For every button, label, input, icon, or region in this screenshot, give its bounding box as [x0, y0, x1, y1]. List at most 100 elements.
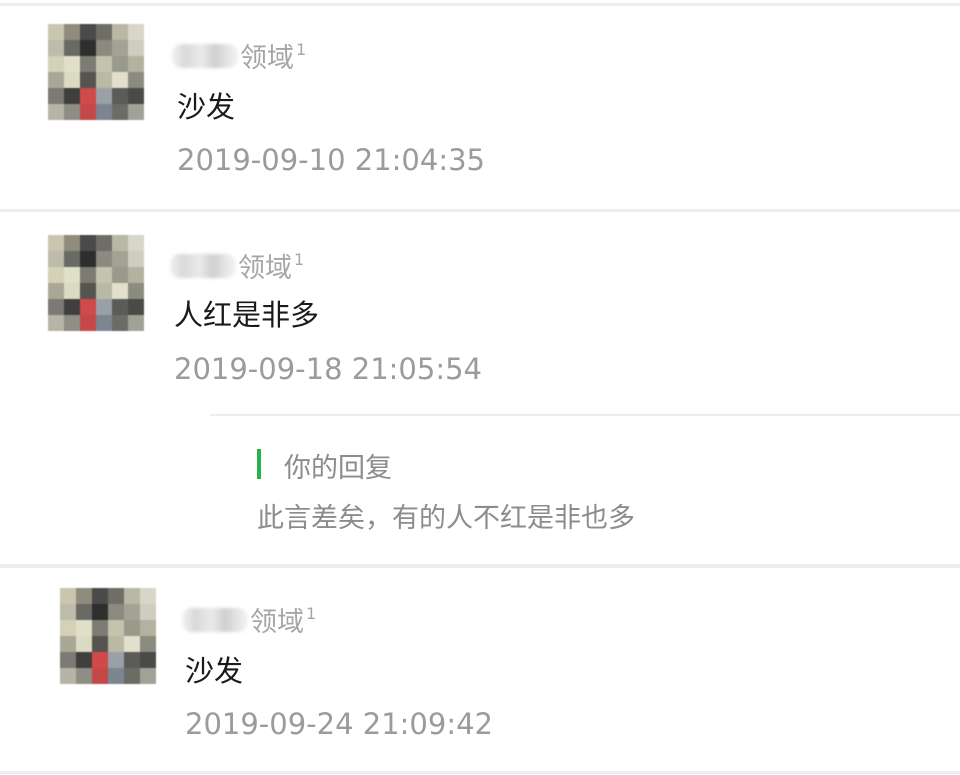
avatar-pixel	[80, 88, 96, 104]
avatar-pixel	[48, 299, 64, 315]
avatar-pixel	[128, 40, 144, 56]
avatar-pixel	[64, 88, 80, 104]
avatar-pixel	[140, 604, 156, 620]
avatar-pixel	[112, 267, 128, 283]
comment-time: 2019-09-18 21:05:54	[174, 352, 482, 386]
avatar-pixel	[140, 636, 156, 652]
bottom-divider	[0, 771, 960, 774]
avatar-pixel	[92, 620, 108, 636]
avatar-pixel	[48, 72, 64, 88]
avatar-pixel	[112, 315, 128, 331]
avatar-pixel	[124, 604, 140, 620]
avatar-pixel	[60, 604, 76, 620]
avatar-pixel	[108, 604, 124, 620]
avatar-pixel	[112, 299, 128, 315]
avatar-pixel	[128, 315, 144, 331]
avatar-pixel	[128, 88, 144, 104]
avatar-pixel	[80, 267, 96, 283]
comment-content: 沙发	[185, 654, 244, 688]
avatar-pixel	[124, 652, 140, 668]
avatar-pixel	[48, 88, 64, 104]
avatar-pixel	[124, 636, 140, 652]
user-level: 1	[296, 40, 307, 59]
blurred-username	[182, 607, 248, 632]
avatar-pixel	[112, 88, 128, 104]
avatar-pixel	[140, 652, 156, 668]
avatar-pixel	[112, 24, 128, 40]
avatar-pixel	[128, 72, 144, 88]
avatar-pixel	[96, 56, 112, 72]
user-level: 1	[294, 250, 305, 269]
avatar-pixel	[48, 283, 64, 299]
reply-title: 你的回复	[284, 453, 392, 484]
avatar-pixel	[48, 235, 64, 251]
avatar-pixel	[96, 104, 112, 120]
avatar-pixel	[92, 604, 108, 620]
comment-content: 人红是非多	[174, 298, 320, 332]
avatar-pixel	[64, 24, 80, 40]
avatar-pixel	[96, 24, 112, 40]
avatar-pixel	[112, 251, 128, 267]
avatar-pixel	[108, 588, 124, 604]
avatar-pixel	[92, 636, 108, 652]
nickname-text: 领域	[250, 607, 304, 638]
comment-time: 2019-09-10 21:04:35	[177, 143, 485, 177]
reply-accent-bar	[257, 449, 261, 479]
avatar-pixel	[128, 24, 144, 40]
nickname[interactable]: 领域 1	[172, 36, 306, 75]
avatar-pixel	[96, 299, 112, 315]
comment-item: 领域 1 沙发 2019-09-10 21:04:35	[0, 0, 960, 210]
avatar-pixel	[64, 56, 80, 72]
avatar-pixel	[76, 636, 92, 652]
avatar-pixel	[140, 668, 156, 684]
avatar-pixel	[64, 267, 80, 283]
avatar-pixel	[80, 72, 96, 88]
avatar-pixel	[48, 267, 64, 283]
avatar-pixel	[80, 315, 96, 331]
user-avatar-icon[interactable]	[60, 588, 156, 684]
avatar-pixel	[64, 235, 80, 251]
avatar-pixel	[64, 72, 80, 88]
avatar-pixel	[92, 668, 108, 684]
avatar-pixel	[64, 283, 80, 299]
avatar-pixel	[108, 668, 124, 684]
avatar-pixel	[128, 235, 144, 251]
avatar-pixel	[108, 636, 124, 652]
avatar-pixel	[92, 588, 108, 604]
avatar-pixel	[140, 588, 156, 604]
comment-item: 领域 1 沙发 2019-09-24 21:09:42	[0, 568, 960, 775]
avatar-pixel	[96, 267, 112, 283]
reply-divider	[210, 414, 960, 416]
avatar-pixel	[76, 588, 92, 604]
avatar-pixel	[80, 283, 96, 299]
avatar-pixel	[96, 72, 112, 88]
avatar-pixel	[60, 668, 76, 684]
nickname[interactable]: 领域 1	[182, 600, 316, 639]
avatar-pixel	[64, 40, 80, 56]
user-level: 1	[306, 604, 317, 623]
avatar-pixel	[128, 283, 144, 299]
avatar-pixel	[112, 56, 128, 72]
avatar-pixel	[80, 40, 96, 56]
avatar-pixel	[96, 283, 112, 299]
avatar-pixel	[128, 56, 144, 72]
avatar-pixel	[96, 40, 112, 56]
nickname[interactable]: 领域 1	[170, 246, 304, 285]
avatar-pixel	[64, 315, 80, 331]
avatar-pixel	[80, 299, 96, 315]
avatar-pixel	[96, 251, 112, 267]
user-avatar-icon[interactable]	[48, 24, 144, 120]
avatar-pixel	[108, 652, 124, 668]
avatar-pixel	[48, 40, 64, 56]
avatar-pixel	[80, 235, 96, 251]
avatar-pixel	[48, 251, 64, 267]
blurred-username	[170, 253, 236, 278]
avatar-pixel	[92, 652, 108, 668]
avatar-pixel	[64, 104, 80, 120]
user-avatar-icon[interactable]	[48, 235, 144, 331]
comment-item: 领域 1 人红是非多 2019-09-18 21:05:54 你的回复 此言差矣…	[0, 212, 960, 564]
avatar-pixel	[108, 620, 124, 636]
avatar-pixel	[96, 88, 112, 104]
reply-text: 此言差矣，有的人不红是非也多	[257, 503, 635, 534]
avatar-pixel	[76, 652, 92, 668]
